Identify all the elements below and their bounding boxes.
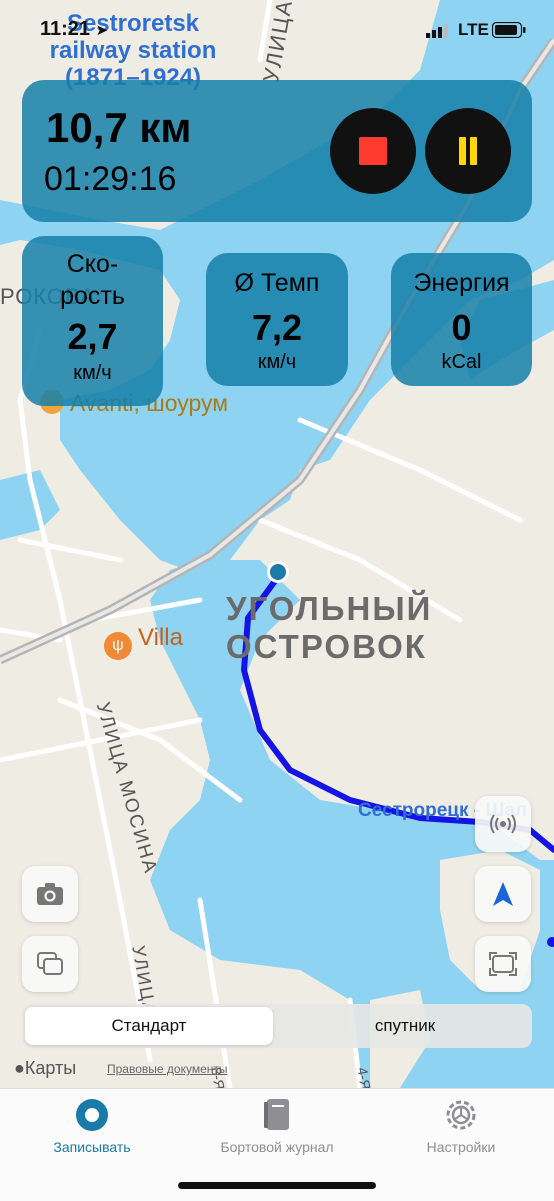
live-tracking-button[interactable] (475, 796, 531, 852)
area-label: УГОЛЬНЫЙ ОСТРОВОК (226, 590, 433, 665)
avg-pace-card: Ø Темп 7,2 км/ч (206, 253, 348, 386)
status-bar: 11:21 ➤ LTE (0, 0, 554, 60)
logbook-icon (264, 1099, 289, 1130)
maps-attribution: ●Карты (14, 1058, 77, 1078)
speed-card: Ско- рость 2,7 км/ч (22, 236, 163, 406)
navigation-arrow-icon (493, 882, 513, 906)
map-type-selector[interactable]: Стандарт спутник (22, 1004, 532, 1048)
camera-icon (37, 883, 63, 905)
fit-route-button[interactable] (475, 936, 531, 992)
tab-settings-label: Настройки (426, 1139, 496, 1155)
center-location-button[interactable] (475, 866, 531, 922)
energy-label: Энергия (413, 269, 510, 297)
record-icon (76, 1099, 108, 1131)
tab-record-label: Записывать (53, 1139, 131, 1155)
fit-screen-icon (489, 952, 517, 976)
restaurant-icon: ψ (104, 632, 132, 660)
duration-value: 01:29:16 (44, 160, 177, 198)
avg-pace-unit: км/ч (257, 351, 297, 373)
apple-logo-icon: ● (14, 1058, 25, 1078)
tab-logbook[interactable]: Бортовой журнал (187, 1097, 367, 1155)
avg-pace-label: Ø Темп (234, 269, 320, 297)
speed-value: 2,7 (67, 316, 118, 357)
layers-icon (37, 952, 63, 975)
camera-button[interactable] (22, 866, 78, 922)
settings-icon (446, 1100, 476, 1130)
tab-logbook-label: Бортовой журнал (220, 1139, 334, 1155)
legal-link[interactable]: Правовые документы (107, 1062, 228, 1076)
workout-summary-card: 10,7 км 01:29:16 (22, 80, 532, 222)
energy-value: 0 (451, 307, 472, 348)
signal-icon (426, 24, 448, 38)
tab-record[interactable]: Записывать (2, 1097, 182, 1155)
map-type-satellite[interactable]: спутник (281, 1007, 529, 1045)
distance-value: 10,7 км (46, 104, 192, 151)
map-type-standard[interactable]: Стандарт (25, 1007, 273, 1045)
stop-button[interactable] (330, 108, 416, 194)
network-type: LTE (458, 20, 489, 39)
poi-villa[interactable]: ψ Villa (104, 624, 183, 660)
home-indicator (178, 1182, 376, 1189)
layers-button[interactable] (22, 936, 78, 992)
energy-unit: kCal (441, 351, 482, 373)
stop-icon (359, 137, 387, 165)
speed-unit: км/ч (73, 362, 112, 384)
energy-card: Энергия 0 kCal (391, 253, 532, 386)
pause-button[interactable] (425, 108, 511, 194)
location-arrow-icon: ➤ (95, 22, 109, 39)
avg-pace-value: 7,2 (251, 307, 303, 348)
tab-settings[interactable]: Настройки (371, 1097, 551, 1155)
battery-icon (492, 22, 526, 38)
speed-label: Ско- рость (60, 250, 125, 310)
status-time: 11:21 ➤ (40, 18, 109, 40)
broadcast-icon (490, 814, 516, 834)
